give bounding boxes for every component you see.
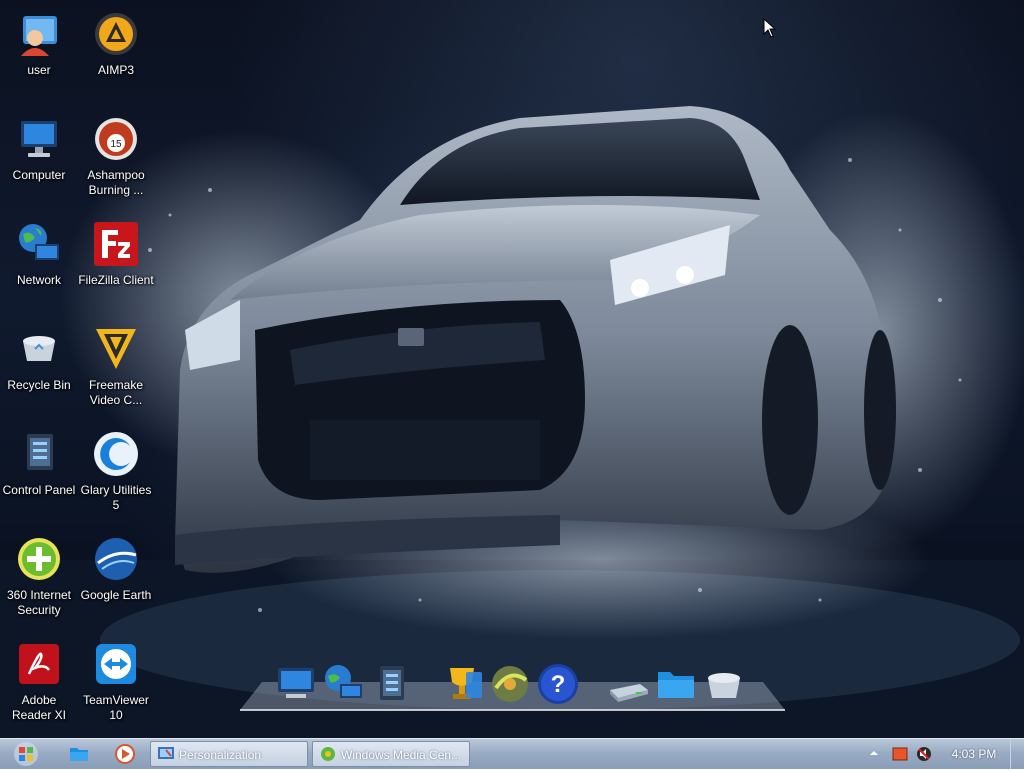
tray-volume[interactable] — [916, 746, 932, 762]
start-button[interactable] — [6, 740, 46, 768]
dock-computer-icon[interactable] — [274, 662, 318, 706]
desktop-icon-label: Recycle Bin — [7, 378, 71, 392]
desktop-icon-label: Adobe Reader XI — [11, 693, 67, 722]
desktop-icon-network[interactable]: Network — [1, 214, 77, 314]
adobe-reader-icon — [15, 640, 63, 688]
media-center-icon — [321, 747, 335, 761]
desktop-icon-label: Freemake Video C... — [88, 378, 144, 407]
desktop[interactable]: user Computer Network Recycle Bin Contro… — [0, 0, 1024, 738]
taskbar-button-media-center[interactable]: Windows Media Cen... — [312, 741, 470, 767]
desktop-icon-label: Google Earth — [80, 588, 152, 602]
windows-logo-icon — [14, 742, 38, 766]
desktop-icon-adobe-reader[interactable]: Adobe Reader XI — [1, 634, 77, 734]
recycle-bin-icon — [15, 325, 63, 373]
quick-launch-media-player[interactable] — [114, 743, 136, 765]
user-folder-icon — [15, 10, 63, 58]
computer-icon — [15, 115, 63, 163]
desktop-icon-control-panel[interactable]: Control Panel — [1, 424, 77, 524]
quick-launch-explorer[interactable] — [68, 743, 90, 765]
desktop-icon-google-earth[interactable]: Google Earth — [78, 529, 154, 629]
dock-drive-icon[interactable] — [606, 662, 650, 706]
personalization-icon — [158, 747, 174, 759]
taskbar: Personalization Windows Media Cen... 4:0… — [0, 738, 1024, 769]
tray-action-center[interactable] — [892, 746, 908, 762]
desktop-icon-ashampoo[interactable]: 15 Ashampoo Burning ... — [78, 109, 154, 209]
freemake-icon — [92, 325, 140, 373]
desktop-icon-label: FileZilla Client — [78, 273, 154, 287]
glary-icon — [92, 430, 140, 478]
desktop-icon-label: TeamViewer 10 — [83, 693, 149, 722]
desktop-icon-teamviewer[interactable]: TeamViewer 10 — [78, 634, 154, 734]
desktop-icon-label: user — [27, 63, 51, 77]
taskbar-button-personalization[interactable]: Personalization — [150, 741, 308, 767]
dock: ? — [240, 652, 785, 716]
desktop-icon-filezilla[interactable]: FileZilla Client — [78, 214, 154, 314]
dock-media-icon[interactable] — [488, 662, 532, 706]
desktop-icon-label: Network — [16, 273, 61, 287]
show-desktop-button[interactable] — [1010, 739, 1024, 769]
taskbar-button-label: Windows Media Cen... — [341, 748, 462, 762]
teamviewer-icon — [92, 640, 140, 688]
desktop-icon-glary[interactable]: Glary Utilities 5 — [78, 424, 154, 524]
taskbar-button-label: Personalization — [179, 748, 262, 762]
google-earth-icon — [92, 535, 140, 583]
filezilla-icon — [92, 220, 140, 268]
desktop-icon-360-security[interactable]: 360 Internet Security — [1, 529, 77, 629]
network-icon — [15, 220, 63, 268]
svg-text:15: 15 — [110, 139, 122, 150]
dock-help-icon[interactable]: ? — [536, 662, 580, 706]
desktop-icon-label: Ashampoo Burning ... — [87, 168, 145, 197]
mouse-cursor-icon — [763, 18, 777, 38]
explorer-icon — [70, 748, 88, 761]
desktop-icon-aimp[interactable]: AIMP3 — [78, 4, 154, 104]
svg-text:?: ? — [551, 671, 566, 698]
media-player-icon — [115, 744, 135, 764]
desktop-icon-computer[interactable]: Computer — [1, 109, 77, 209]
desktop-icon-label: 360 Internet Security — [6, 588, 72, 617]
dock-recycle-bin-icon[interactable] — [702, 662, 746, 706]
taskbar-clock[interactable]: 4:03 PM — [946, 739, 1002, 769]
desktop-icon-label: Control Panel — [2, 483, 76, 497]
desktop-icon-recycle-bin[interactable]: Recycle Bin — [1, 319, 77, 419]
volume-icon — [917, 747, 931, 761]
360-security-icon — [15, 535, 63, 583]
dock-trophy-icon[interactable] — [440, 662, 484, 706]
dock-network-icon[interactable] — [322, 662, 366, 706]
desktop-icon-user[interactable]: user — [1, 4, 77, 104]
flag-icon — [892, 747, 908, 761]
desktop-icon-label: Glary Utilities 5 — [80, 483, 152, 512]
dock-control-panel-icon[interactable] — [370, 662, 414, 706]
dock-folder-icon[interactable] — [654, 662, 698, 706]
control-panel-icon — [15, 430, 63, 478]
desktop-icon-label: Computer — [12, 168, 66, 182]
aimp-icon — [92, 10, 140, 58]
desktop-icon-label: AIMP3 — [97, 63, 134, 77]
show-hidden-icons-arrow[interactable] — [868, 747, 880, 759]
ashampoo-icon: 15 — [92, 115, 140, 163]
desktop-icon-freemake[interactable]: Freemake Video C... — [78, 319, 154, 419]
